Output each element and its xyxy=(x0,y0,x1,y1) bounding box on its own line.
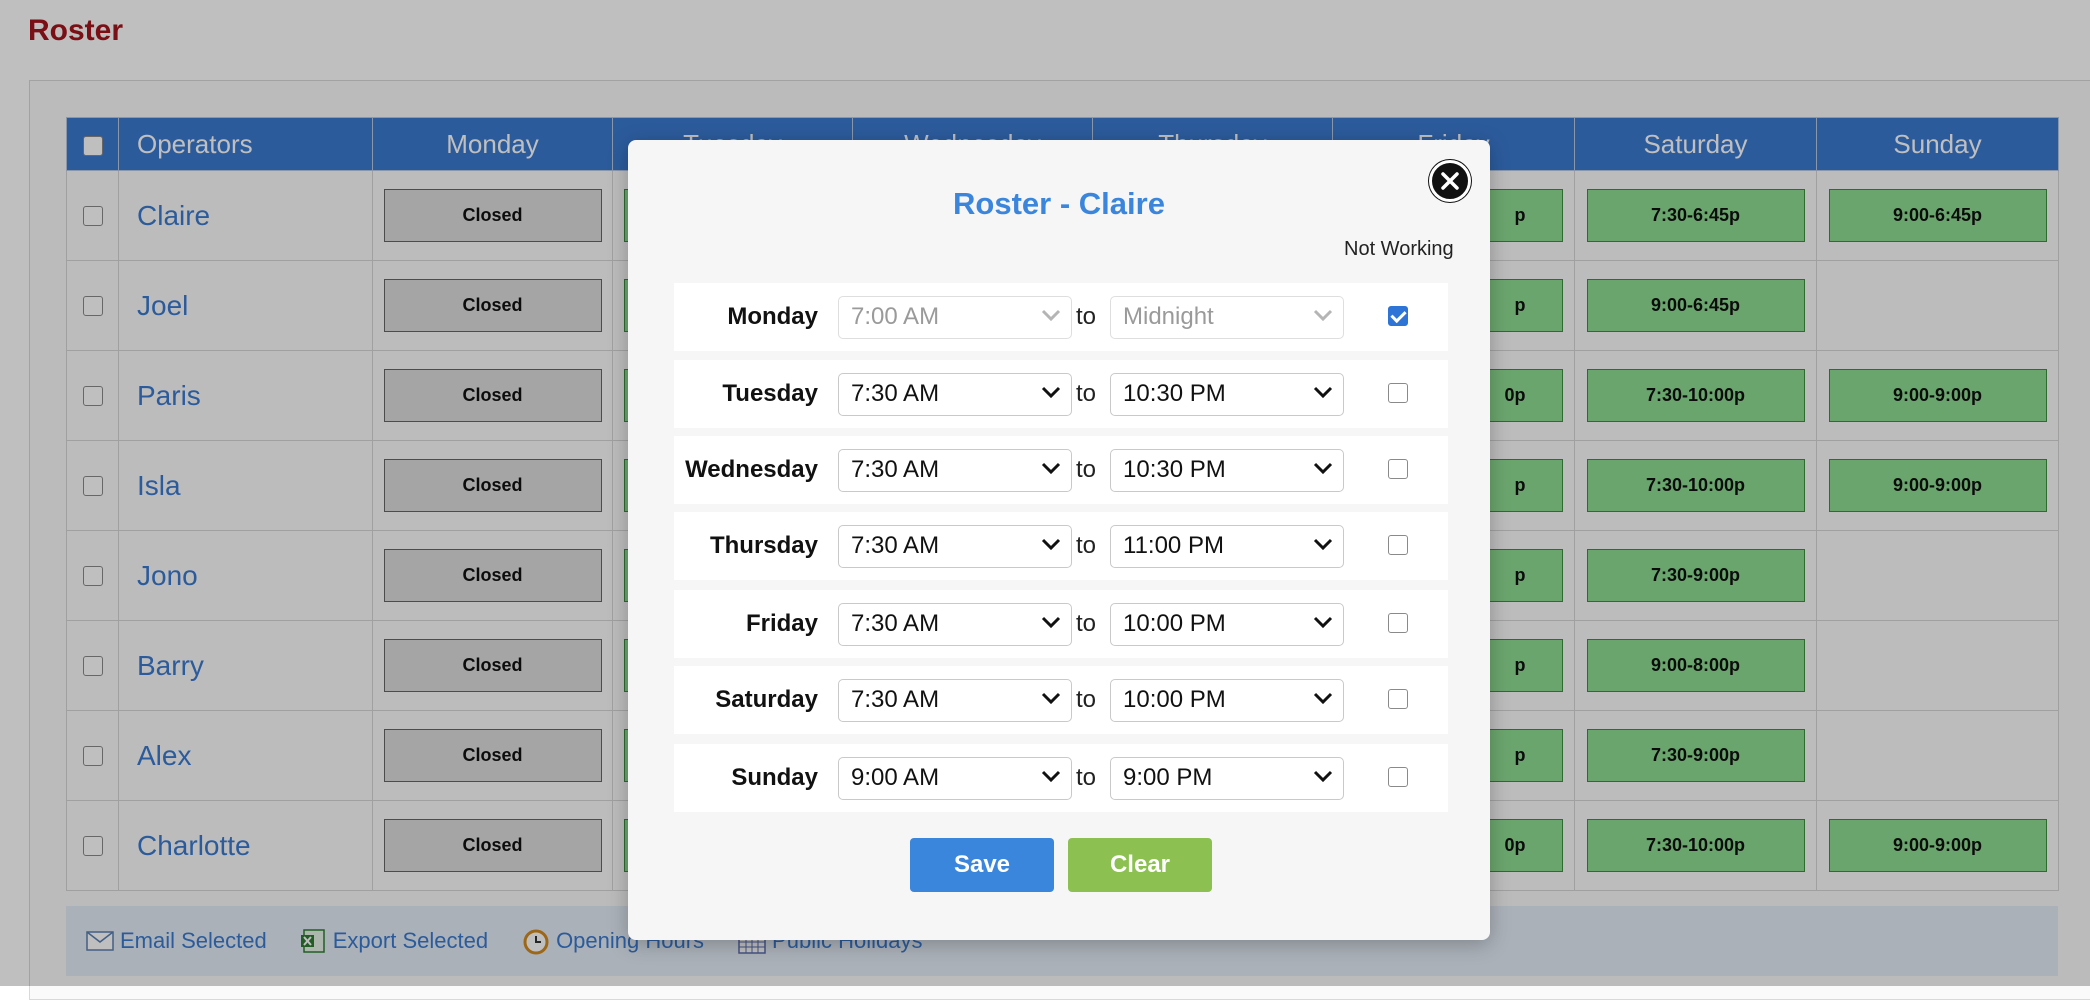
end-time-select[interactable]: 9:00 PM xyxy=(1110,757,1344,800)
chevron-down-icon xyxy=(1041,309,1061,322)
end-time-value: Midnight xyxy=(1123,303,1214,330)
chevron-down-icon xyxy=(1313,692,1333,705)
chevron-down-icon xyxy=(1041,386,1061,399)
chevron-down-icon xyxy=(1041,692,1061,705)
end-time-value: 9:00 PM xyxy=(1123,764,1213,791)
chevron-down-icon xyxy=(1313,309,1333,322)
start-time-value: 7:30 AM xyxy=(851,686,940,713)
clear-button[interactable]: Clear xyxy=(1068,838,1212,892)
end-time-select[interactable]: 11:00 PM xyxy=(1110,525,1344,568)
chevron-down-icon xyxy=(1313,386,1333,399)
start-time-select[interactable]: 7:30 AM xyxy=(838,525,1072,568)
day-label: Tuesday xyxy=(722,380,818,407)
chevron-down-icon xyxy=(1313,462,1333,475)
to-label: to xyxy=(1076,456,1097,483)
end-time-value: 10:30 PM xyxy=(1123,380,1226,407)
to-label: to xyxy=(1076,532,1097,559)
start-time-select[interactable]: 7:30 AM xyxy=(838,679,1072,722)
to-label: to xyxy=(1076,380,1097,407)
end-time-value: 10:00 PM xyxy=(1123,686,1226,713)
start-time-select[interactable]: 7:30 AM xyxy=(838,603,1072,646)
end-time-select[interactable]: 10:00 PM xyxy=(1110,603,1344,646)
day-row: Saturday 7:30 AM to 10:00 PM xyxy=(674,666,1448,734)
day-label: Sunday xyxy=(731,764,818,791)
not-working-checkbox[interactable] xyxy=(1388,689,1408,709)
start-time-select[interactable]: 7:00 AM xyxy=(838,296,1072,339)
chevron-down-icon xyxy=(1041,616,1061,629)
start-time-value: 7:30 AM xyxy=(851,380,940,407)
chevron-down-icon xyxy=(1041,538,1061,551)
save-button[interactable]: Save xyxy=(910,838,1054,892)
end-time-select[interactable]: 10:30 PM xyxy=(1110,373,1344,416)
chevron-down-icon xyxy=(1313,538,1333,551)
day-label: Wednesday xyxy=(685,456,818,483)
end-time-value: 11:00 PM xyxy=(1123,532,1224,559)
modal-title: Roster - Claire xyxy=(953,186,1165,221)
day-label: Friday xyxy=(745,610,818,637)
not-working-checkbox[interactable] xyxy=(1388,383,1408,403)
chevron-down-icon xyxy=(1041,770,1061,783)
day-label: Monday xyxy=(727,303,818,330)
end-time-value: 10:00 PM xyxy=(1123,610,1226,637)
not-working-checkbox[interactable] xyxy=(1388,613,1408,633)
start-time-value: 7:00 AM xyxy=(851,303,940,330)
day-row: Monday 7:00 AM to Midnight xyxy=(674,283,1448,351)
end-time-value: 10:30 PM xyxy=(1123,456,1226,483)
to-label: to xyxy=(1076,686,1097,713)
start-time-value: 7:30 AM xyxy=(851,610,940,637)
start-time-value: 9:00 AM xyxy=(851,764,940,791)
not-working-checkbox[interactable] xyxy=(1388,459,1408,479)
day-row: Friday 7:30 AM to 10:00 PM xyxy=(674,590,1448,658)
day-row: Sunday 9:00 AM to 9:00 PM xyxy=(674,744,1448,812)
to-label: to xyxy=(1076,764,1097,791)
day-row: Thursday 7:30 AM to 11:00 PM xyxy=(674,512,1448,580)
start-time-select[interactable]: 7:30 AM xyxy=(838,373,1072,416)
not-working-checkbox[interactable] xyxy=(1388,535,1408,555)
day-label: Thursday xyxy=(709,532,818,559)
chevron-down-icon xyxy=(1313,770,1333,783)
start-time-select[interactable]: 7:30 AM xyxy=(838,449,1072,492)
to-label: to xyxy=(1076,303,1097,330)
end-time-select[interactable]: Midnight xyxy=(1110,296,1344,339)
start-time-value: 7:30 AM xyxy=(851,456,940,483)
not-working-checkbox[interactable] xyxy=(1388,767,1408,787)
day-row: Tuesday 7:30 AM to 10:30 PM xyxy=(674,360,1448,428)
start-time-select[interactable]: 9:00 AM xyxy=(838,757,1072,800)
end-time-select[interactable]: 10:00 PM xyxy=(1110,679,1344,722)
chevron-down-icon xyxy=(1041,462,1061,475)
day-row: Wednesday 7:30 AM to 10:30 PM xyxy=(674,436,1448,504)
to-label: to xyxy=(1076,610,1097,637)
not-working-header: Not Working xyxy=(1344,238,1454,260)
chevron-down-icon xyxy=(1313,616,1333,629)
end-time-select[interactable]: 10:30 PM xyxy=(1110,449,1344,492)
not-working-checkbox[interactable] xyxy=(1388,306,1408,326)
day-label: Saturday xyxy=(715,686,818,713)
start-time-value: 7:30 AM xyxy=(851,532,940,559)
